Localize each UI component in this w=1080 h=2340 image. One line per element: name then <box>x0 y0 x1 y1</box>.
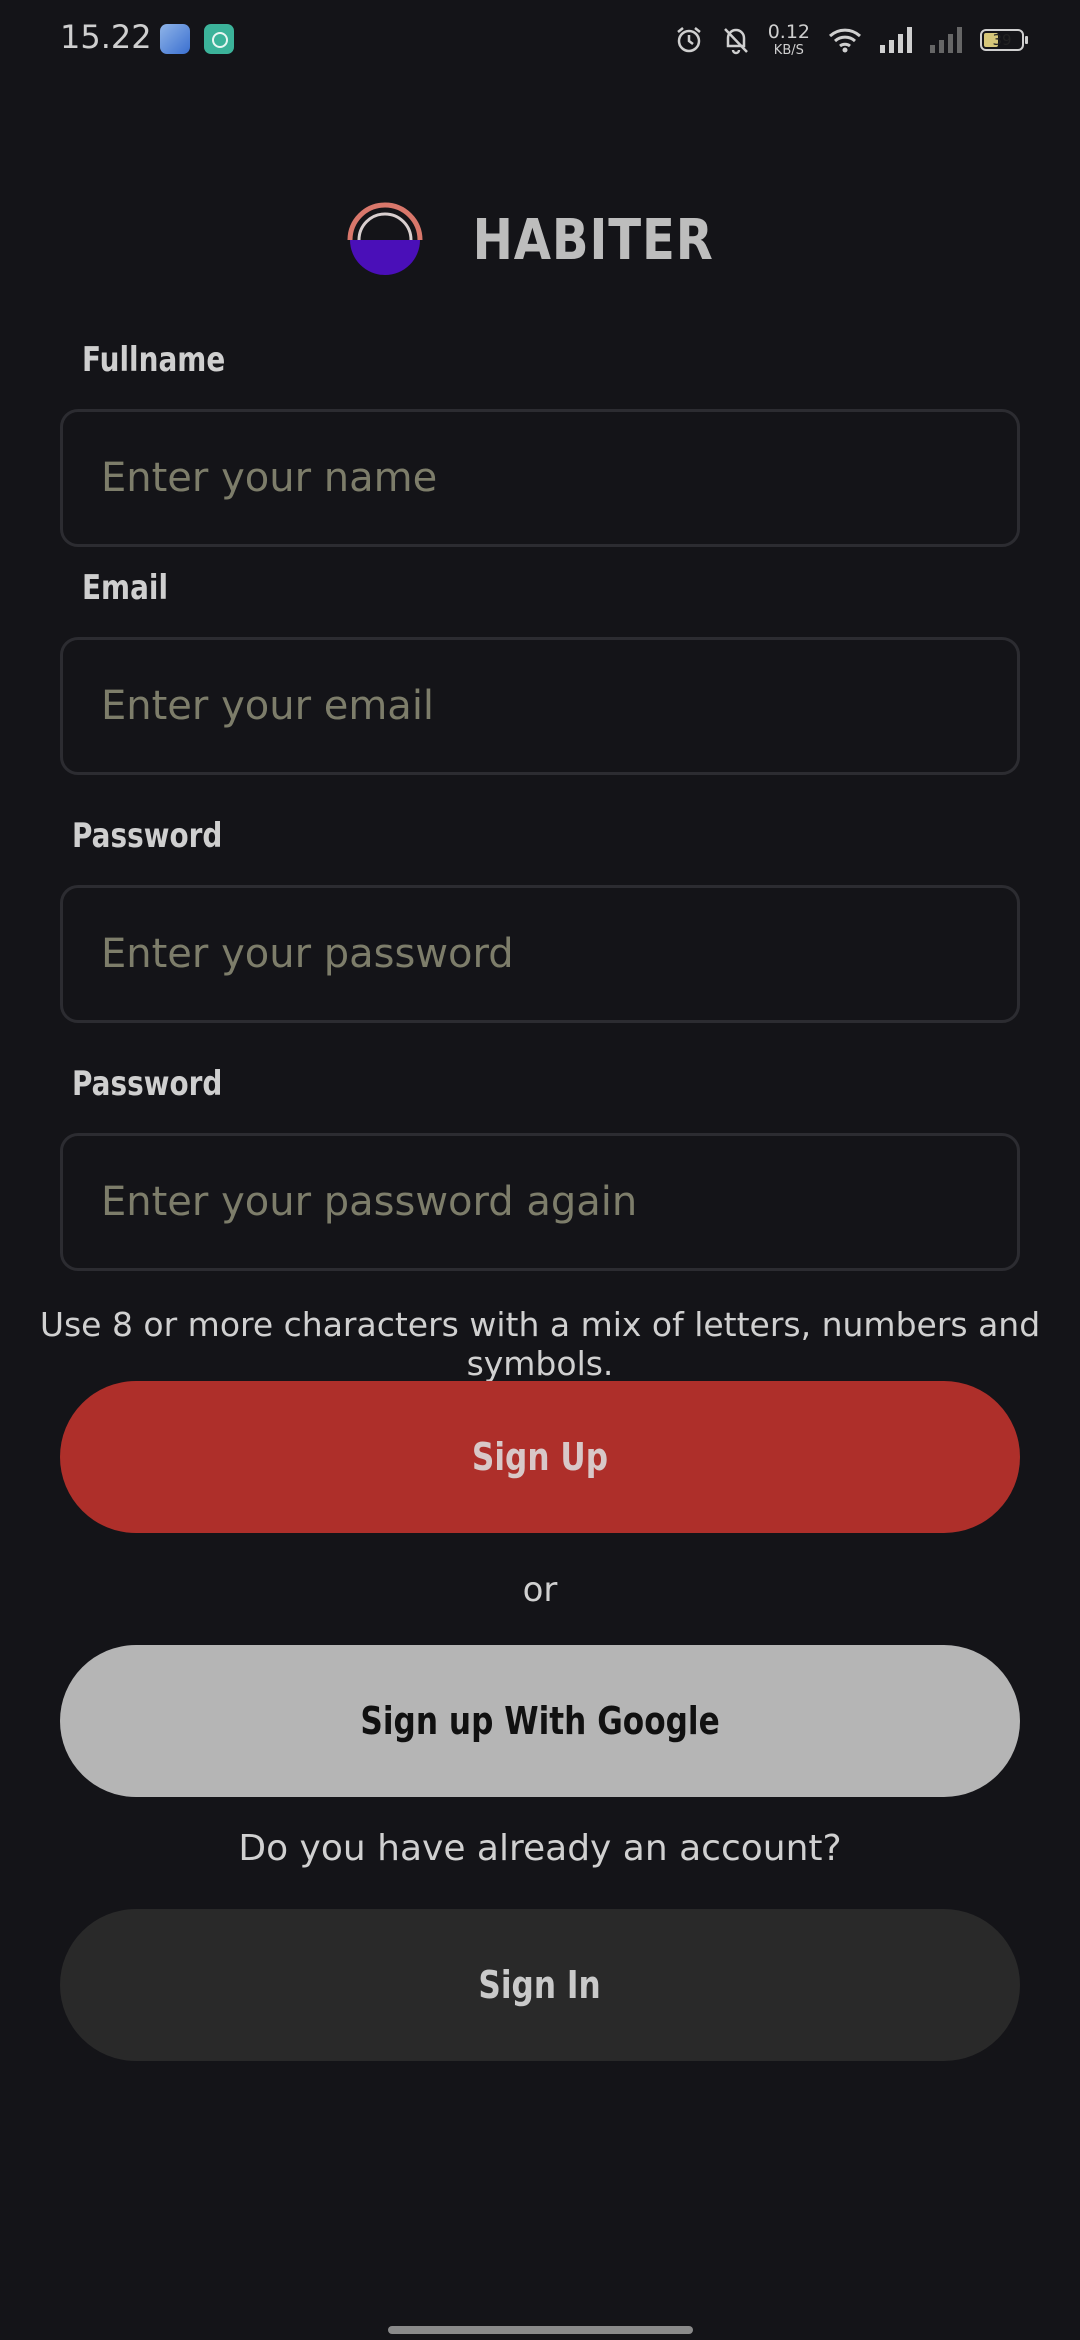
habiter-logo-icon <box>347 202 423 275</box>
sign-up-button[interactable]: Sign Up <box>60 1381 1020 1533</box>
status-indicators: 0.12 KB/S 39 <box>674 20 1028 60</box>
battery-level: 39 <box>992 31 1012 49</box>
alarm-icon <box>676 27 701 53</box>
password-input[interactable] <box>60 885 1020 1023</box>
password-confirm-label: Password <box>72 1064 223 1104</box>
brand-header: HABITER <box>0 200 1080 280</box>
status-bar: 15.22 0.12 KB/S 39 <box>0 0 1080 80</box>
home-indicator[interactable] <box>388 2326 693 2334</box>
net-speed-unit: KB/S <box>773 43 804 58</box>
bell-off-icon <box>723 28 748 55</box>
sign-in-button[interactable]: Sign In <box>60 1909 1020 2061</box>
account-question: Do you have already an account? <box>238 1828 842 1869</box>
email-input[interactable] <box>60 637 1020 775</box>
sign-up-label: Sign Up <box>471 1435 609 1479</box>
app-notification-icon-2 <box>204 24 234 54</box>
status-time: 15.22 <box>60 18 152 56</box>
sign-in-label: Sign In <box>478 1963 602 2007</box>
signal-icon <box>880 27 912 53</box>
network-speed: 0.12 KB/S <box>767 21 810 58</box>
email-label: Email <box>82 568 169 608</box>
wifi-icon <box>828 28 862 53</box>
app-name: HABITER <box>472 207 714 273</box>
app-notification-icon <box>160 24 190 54</box>
or-divider: or <box>522 1570 558 1610</box>
google-sign-up-label: Sign up With Google <box>360 1699 720 1743</box>
password-confirm-input[interactable] <box>60 1133 1020 1271</box>
net-speed-value: 0.12 <box>767 21 810 43</box>
password-label: Password <box>72 816 223 856</box>
google-sign-up-button[interactable]: Sign up With Google <box>60 1645 1020 1797</box>
signal-icon-dim <box>930 27 962 53</box>
fullname-label: Fullname <box>82 340 226 380</box>
battery-icon: 39 <box>980 29 1028 51</box>
password-hint: Use 8 or more characters with a mix of l… <box>39 1305 1041 1383</box>
fullname-input[interactable] <box>60 409 1020 547</box>
